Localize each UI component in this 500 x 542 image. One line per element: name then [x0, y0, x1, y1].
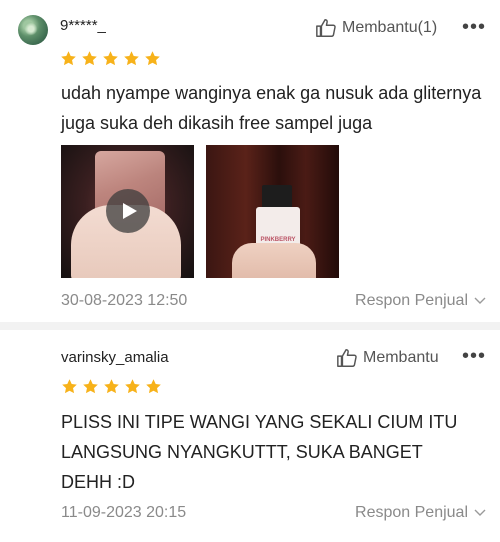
seller-response-toggle[interactable]: Respon Penjual [355, 292, 486, 310]
helpful-label: Membantu(1) [342, 19, 438, 36]
star-icon [62, 379, 77, 394]
star-rating [61, 378, 162, 395]
review-photo-thumbnail[interactable]: PINKBERRY SQUASH [206, 145, 339, 278]
helpful-button[interactable]: Membantu(1) [315, 17, 437, 39]
bottle-cap-image [262, 185, 292, 209]
helpful-button[interactable]: Membantu [336, 347, 439, 369]
avatar[interactable] [18, 15, 48, 45]
more-options-icon[interactable]: ••• [462, 346, 486, 366]
seller-response-label: Respon Penjual [355, 292, 468, 309]
review-divider [0, 322, 500, 330]
reviewer-username: varinsky_amalia [61, 349, 169, 366]
review-footer: 30-08-2023 12:50 Respon Penjual [61, 292, 486, 310]
review-media: PINKBERRY SQUASH [61, 145, 339, 278]
star-rating [60, 50, 161, 67]
review-date: 30-08-2023 12:50 [61, 292, 188, 309]
star-icon [124, 51, 139, 66]
play-icon [122, 203, 137, 219]
review-card: 9*****_ Membantu(1) ••• udah nyampe wang… [0, 0, 500, 322]
seller-response-toggle[interactable]: Respon Penjual [355, 504, 486, 522]
star-icon [125, 379, 140, 394]
review-text: PLISS INI TIPE WANGI YANG SEKALI CIUM IT… [61, 412, 458, 492]
helpful-label: Membantu [363, 349, 439, 366]
chevron-down-icon [474, 297, 486, 304]
chevron-down-icon [474, 509, 486, 516]
review-card: varinsky_amalia Membantu ••• PLISS INI T… [0, 330, 500, 542]
reviewer-username: 9*****_ [60, 17, 106, 34]
thumbs-up-icon [337, 349, 357, 367]
review-date: 11-09-2023 20:15 [61, 504, 187, 521]
review-video-thumbnail[interactable] [61, 145, 194, 278]
star-icon [103, 51, 118, 66]
star-icon [83, 379, 98, 394]
star-icon [61, 51, 76, 66]
review-footer: 11-09-2023 20:15 Respon Penjual [61, 504, 486, 522]
more-options-icon[interactable]: ••• [462, 17, 486, 37]
star-icon [145, 51, 160, 66]
play-button[interactable] [106, 189, 150, 233]
thumbs-up-icon [316, 19, 336, 37]
star-icon [104, 379, 119, 394]
review-text: udah nyampe wanginya enak ga nusuk ada g… [61, 83, 482, 133]
star-icon [146, 379, 161, 394]
star-icon [82, 51, 97, 66]
hand-image [232, 243, 316, 278]
seller-response-label: Respon Penjual [355, 504, 468, 521]
